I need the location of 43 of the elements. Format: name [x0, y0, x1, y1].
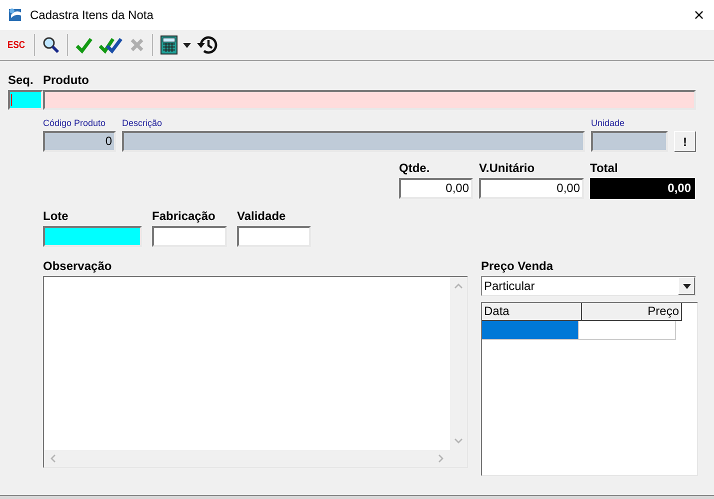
unit-field[interactable] — [591, 131, 668, 152]
scroll-down-icon[interactable] — [454, 438, 463, 444]
product-field[interactable] — [43, 90, 696, 110]
description-field[interactable] — [122, 131, 585, 152]
field-label: Código Produto — [43, 118, 107, 129]
calculator-button[interactable] — [158, 33, 180, 57]
batch-field[interactable] — [43, 226, 142, 247]
field-label: Observação — [43, 259, 113, 274]
field-label: Seq. — [8, 73, 34, 88]
field-label: Produto — [43, 73, 90, 88]
field-label: Total — [590, 161, 619, 176]
app-icon — [8, 7, 24, 23]
column-header[interactable]: Data — [482, 303, 582, 321]
dropdown-caret-icon[interactable] — [682, 284, 690, 288]
field-label: V.Unitário — [479, 161, 536, 176]
escape-button[interactable]: ESC — [6, 33, 27, 57]
caret-icon — [182, 42, 191, 48]
quantity-field[interactable]: 0,00 — [399, 178, 473, 199]
field-label: Descrição — [122, 118, 164, 129]
field-label: Fabricação — [152, 209, 216, 224]
product-code-field[interactable]: 0 — [43, 131, 116, 152]
expiry-date-field[interactable] — [237, 226, 311, 247]
column-header[interactable]: Preço — [582, 303, 682, 321]
field-label: Lote — [43, 209, 70, 224]
total-field: 0,00 — [590, 178, 695, 199]
grid-cell[interactable] — [482, 321, 579, 340]
scroll-up-icon[interactable] — [454, 283, 463, 289]
field-label: Validade — [237, 209, 287, 224]
info-button[interactable]: ! — [674, 131, 696, 152]
sequence-field[interactable] — [8, 90, 43, 110]
manufacture-date-field[interactable] — [152, 226, 227, 247]
window-title: Cadastra Itens da Nota — [30, 8, 154, 22]
notes-field[interactable] — [43, 276, 468, 468]
x-icon — [128, 37, 145, 53]
field-label: Preço Venda — [481, 259, 554, 274]
scroll-left-icon[interactable] — [50, 454, 56, 463]
price-type-dropdown[interactable]: Particular — [481, 276, 696, 296]
unit-price-field[interactable]: 0,00 — [479, 178, 584, 199]
scroll-right-icon[interactable] — [438, 454, 444, 463]
grid-cell[interactable] — [579, 321, 676, 340]
field-label: Qtde. — [399, 161, 431, 176]
close-button[interactable]: × — [684, 5, 714, 25]
field-label: Unidade — [591, 118, 626, 129]
